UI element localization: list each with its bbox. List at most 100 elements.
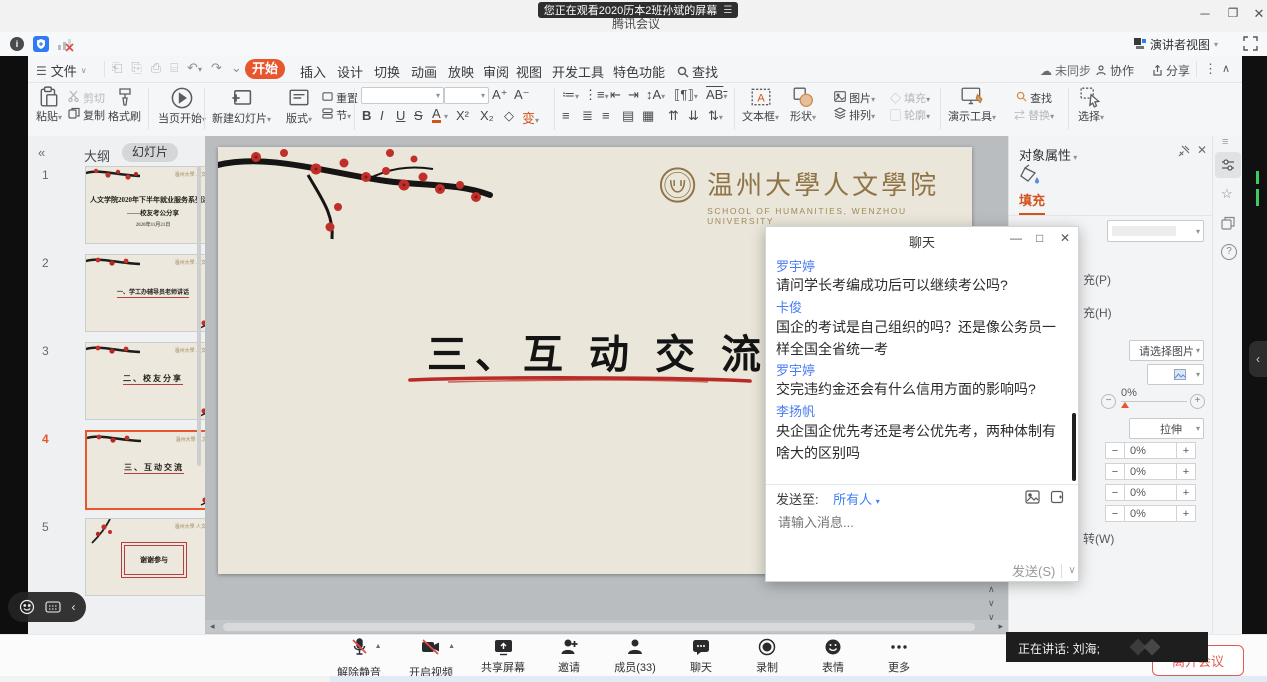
tab-transition[interactable]: 切换 — [374, 62, 400, 81]
undo-icon[interactable]: ↶▾ — [187, 60, 202, 76]
play-from-page-button[interactable]: 当页开始▾ — [158, 86, 206, 126]
minimize-button[interactable]: ─ — [1196, 6, 1214, 24]
tab-animation[interactable]: 动画 — [411, 62, 437, 81]
subscript-button[interactable]: X₂ — [480, 108, 494, 123]
numbered-list-icon[interactable]: ⋮≡▾ — [584, 87, 609, 103]
chat-sender[interactable]: 李扬帆 — [776, 401, 815, 420]
strikethrough-button[interactable]: S — [414, 108, 423, 123]
align-center-icon[interactable]: ≣ — [582, 108, 593, 124]
text-direction-up-icon[interactable]: ⇈ — [668, 108, 679, 124]
duplicate-slide-icon[interactable] — [1221, 216, 1235, 230]
bullet-list-icon[interactable]: ≔▾ — [562, 87, 579, 103]
fullscreen-icon[interactable] — [1243, 36, 1258, 51]
slide-title[interactable]: 三、互 动 交 流 — [388, 322, 808, 380]
spinner-minus[interactable]: − — [1105, 505, 1125, 522]
sidebar-tab-outline[interactable]: 大纲 — [84, 146, 110, 165]
grow-font-button[interactable]: A⁺ — [492, 87, 508, 103]
spinner-value[interactable]: 0% — [1125, 484, 1176, 501]
offset-spinner-4[interactable]: −0%+ — [1105, 505, 1196, 522]
banner-menu-icon[interactable]: ☰ — [723, 5, 732, 16]
offset-spinner-3[interactable]: −0%+ — [1105, 484, 1196, 501]
outline-button[interactable]: ▢ 轮廓▾ — [890, 106, 930, 124]
tab-home[interactable]: 开始 — [245, 59, 285, 79]
export-icon[interactable]: ⎘ — [131, 60, 141, 76]
offset-spinner-2[interactable]: −0%+ — [1105, 463, 1196, 480]
slide-thumbnail-5[interactable]: 温州大學 人文學院 谢谢参与 — [85, 518, 221, 596]
tab-design[interactable]: 设计 — [337, 62, 363, 81]
increase-indent-icon[interactable]: ⇥ — [628, 87, 639, 103]
unmute-button[interactable]: ▲ 解除静音 — [330, 638, 388, 680]
textbox-button[interactable]: A 文本框▾ — [742, 86, 779, 124]
properties-title[interactable]: 对象属性 ▾ — [1019, 145, 1077, 164]
chat-sender[interactable]: 卡俊 — [776, 297, 802, 316]
record-button[interactable]: 录制 — [738, 638, 796, 680]
watching-banner[interactable]: 您正在观看2020历本2班孙斌的屏幕 ☰ — [538, 2, 738, 18]
font-size-combo[interactable]: ▾ — [444, 87, 489, 104]
align-right-icon[interactable]: ≡ — [602, 108, 610, 123]
font-color-caret-icon[interactable]: ▾ — [444, 112, 448, 121]
more-button[interactable]: 更多 — [870, 638, 928, 680]
collapse-ribbon-icon[interactable]: ∧ — [1222, 62, 1230, 75]
video-options-caret-icon[interactable]: ▲ — [448, 643, 455, 650]
text-spacing-icon[interactable]: ⟦¶⟧▾ — [674, 87, 698, 103]
meeting-info-icon[interactable]: i — [10, 37, 24, 51]
h-scrollbar[interactable]: ◂ ▸ — [205, 620, 1008, 633]
chat-close-icon[interactable]: ✕ — [1060, 231, 1070, 245]
font-color-button[interactable]: A — [432, 108, 441, 123]
offset-spinner-1[interactable]: −0%+ — [1105, 442, 1196, 459]
slider-handle-icon[interactable] — [1121, 402, 1129, 408]
chat-messages[interactable]: 罗宇婷 请问学长考编成功后可以继续考公吗? 卡俊 国企的考试是自己组织的吗？还是… — [776, 253, 1066, 483]
cut-button[interactable]: 剪切 — [68, 89, 105, 107]
spinner-minus[interactable]: − — [1105, 484, 1125, 501]
line-spacing-icon[interactable]: ↕A▾ — [646, 87, 665, 102]
format-painter-button[interactable]: 格式刷 — [108, 86, 141, 124]
chat-minimize-icon[interactable]: — — [1010, 231, 1022, 245]
slider-minus-icon[interactable]: − — [1101, 394, 1116, 409]
preview-icon[interactable]: ⌸ — [170, 60, 178, 76]
tab-view[interactable]: 视图 — [516, 62, 542, 81]
copy-button[interactable]: 复制 — [68, 106, 105, 124]
sidebar-tab-slides[interactable]: 幻灯片 — [122, 143, 178, 162]
chat-sender[interactable]: 罗宇婷 — [776, 256, 815, 275]
send-options-icon[interactable]: ∨ — [1068, 565, 1075, 576]
new-slide-button[interactable]: 新建幻灯片▾ — [212, 86, 271, 126]
panel-menu-icon[interactable]: ≡ — [1222, 136, 1228, 148]
properties-panel-icon-selected[interactable] — [1215, 152, 1241, 178]
h-scrollbar-thumb[interactable] — [223, 623, 975, 631]
chat-sender[interactable]: 罗宇婷 — [776, 360, 815, 379]
paint-bucket-icon[interactable] — [1019, 164, 1041, 186]
transparency-slider[interactable]: − 0% + — [1101, 390, 1205, 414]
next-slide-icon[interactable]: ∨ — [988, 598, 995, 609]
tab-devtools[interactable]: 开发工具 — [552, 62, 604, 81]
prev-slide-icon[interactable]: ∧ — [988, 584, 995, 595]
char-width-icon[interactable]: AB▾ — [706, 87, 727, 102]
fill-type-dropdown[interactable]: ▾ — [1107, 220, 1204, 242]
layout-button[interactable]: 版式▾ — [286, 86, 312, 126]
help-icon[interactable]: ? — [1221, 244, 1237, 260]
video-strip-expand-handle[interactable]: ‹ — [1249, 341, 1267, 377]
share-screen-button[interactable]: 共享屏幕 — [474, 638, 532, 680]
share-button[interactable]: 分享 — [1152, 62, 1190, 79]
tab-slideshow[interactable]: 放映 — [448, 62, 474, 81]
shapes-button[interactable]: 形状▾ — [790, 86, 816, 124]
spinner-value[interactable]: 0% — [1125, 463, 1176, 480]
reactions-button[interactable]: 表情 — [804, 638, 862, 680]
image-picker-dropdown[interactable]: ▾ — [1147, 364, 1204, 385]
fill-tab[interactable]: 填充 — [1019, 190, 1045, 216]
file-menu[interactable]: ☰ 文件 ∨ — [36, 61, 87, 80]
emoji-smiley-icon[interactable] — [19, 599, 35, 615]
shrink-font-button[interactable]: A⁻ — [514, 87, 530, 103]
spinner-plus[interactable]: + — [1176, 505, 1196, 522]
bold-button[interactable]: B — [362, 108, 371, 123]
align-left-icon[interactable]: ≡ — [562, 108, 570, 123]
send-button[interactable]: 发送(S) ∨ — [1012, 561, 1076, 580]
tab-review[interactable]: 审阅 — [483, 62, 509, 81]
slider-track[interactable] — [1121, 401, 1187, 402]
paste-button[interactable]: 粘贴▾ — [36, 86, 62, 124]
reset-button[interactable]: 重置 — [322, 89, 358, 107]
replace-button[interactable]: ⇄ 替换▾ — [1014, 106, 1054, 124]
tab-special[interactable]: 特色功能 — [613, 62, 665, 81]
fill-button[interactable]: ◇ 填充▾ — [890, 89, 930, 107]
section-button[interactable]: 节▾ — [322, 106, 351, 124]
pin-icon[interactable] — [1177, 145, 1190, 158]
